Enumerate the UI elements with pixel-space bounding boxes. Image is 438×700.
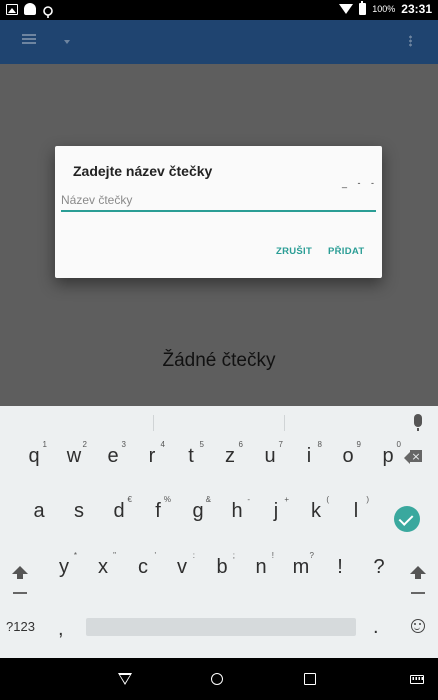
key-label: ! xyxy=(337,556,343,578)
battery-percent: 100% xyxy=(372,4,396,14)
symbols-key[interactable]: ?123 xyxy=(6,619,35,634)
enter-check-icon[interactable] xyxy=(394,506,420,532)
key-row3-4[interactable]: ; b xyxy=(207,551,237,585)
key-row1-5[interactable]: 6z xyxy=(215,440,245,474)
key-row3-2[interactable]: ' c xyxy=(128,551,158,585)
home-icon[interactable] xyxy=(211,673,223,685)
key-label: l xyxy=(353,500,359,522)
key-label: u xyxy=(264,445,276,467)
key-row2-6[interactable]: + j xyxy=(261,495,291,529)
empty-state-text: Žádné čtečky xyxy=(162,350,276,371)
key-row2-2[interactable]: € d xyxy=(104,495,134,529)
key-label: q xyxy=(28,445,40,467)
overflow-menu-icon[interactable] xyxy=(409,35,412,47)
key-label: i xyxy=(306,445,312,467)
navigation-bar xyxy=(0,658,438,700)
reader-name-dialog: Zadejte název čtečky _ - - ZRUŠIT PŘIDAT xyxy=(55,146,382,278)
key-label: b xyxy=(216,556,228,578)
key-row2-1[interactable]: s xyxy=(64,495,94,529)
shift-icon[interactable] xyxy=(12,566,28,584)
suggestion-divider xyxy=(153,415,154,431)
reader-name-input[interactable] xyxy=(61,190,376,212)
key-row2-5[interactable]: -h xyxy=(222,495,252,529)
app-bar xyxy=(0,20,438,64)
menu-icon[interactable] xyxy=(22,34,36,44)
key-row1-3[interactable]: 4r xyxy=(137,440,167,474)
wifi-icon xyxy=(339,4,354,14)
suggestion-strip xyxy=(0,406,438,438)
key-label: s xyxy=(74,500,84,522)
key-label: e xyxy=(107,445,119,467)
key-label: g xyxy=(192,500,204,522)
period-key[interactable]: . xyxy=(373,616,379,639)
key-row3-0[interactable]: * y xyxy=(49,551,79,585)
key-label: d xyxy=(113,500,125,522)
image-icon xyxy=(6,3,18,15)
key-label: r xyxy=(148,445,156,467)
key-row3-6[interactable]: ? m xyxy=(286,551,316,585)
key-label: m xyxy=(292,556,310,578)
dropdown-arrow-icon[interactable] xyxy=(64,40,70,44)
key-row1-6[interactable]: 7u xyxy=(255,440,285,474)
key-row1-8[interactable]: 9o xyxy=(333,440,363,474)
shift-underline xyxy=(13,592,27,594)
backspace-icon[interactable] xyxy=(404,450,424,464)
key-label: t xyxy=(188,445,194,467)
keyboard-switch-icon[interactable] xyxy=(410,675,424,684)
key-label: h xyxy=(231,500,243,522)
key-row1-4[interactable]: 5t xyxy=(176,440,206,474)
dialog-title: Zadejte název čtečky xyxy=(73,163,213,179)
key-label: a xyxy=(33,500,45,522)
key-label: o xyxy=(342,445,354,467)
debug-icon xyxy=(42,3,54,18)
key-row2-7[interactable]: (k xyxy=(301,495,331,529)
shift-icon[interactable] xyxy=(410,566,426,584)
shift-underline xyxy=(411,592,425,594)
back-icon[interactable] xyxy=(118,673,132,685)
suggestion-divider xyxy=(284,415,285,431)
android-icon xyxy=(24,3,36,15)
key-label: v xyxy=(177,556,187,578)
status-right: 100% 23:31 xyxy=(339,1,432,16)
key-row3-7[interactable]: ! xyxy=(325,551,355,585)
key-label: n xyxy=(255,556,267,578)
key-label: f xyxy=(155,500,161,522)
key-label: w xyxy=(66,445,82,467)
clock: 23:31 xyxy=(401,2,432,16)
status-left-icons xyxy=(6,3,54,18)
key-label: z xyxy=(225,445,235,467)
recents-icon[interactable] xyxy=(304,673,316,685)
key-label: c xyxy=(138,556,148,578)
key-row2-4[interactable]: & g xyxy=(183,495,213,529)
key-row1-9[interactable]: 0p xyxy=(373,440,403,474)
key-label: k xyxy=(311,500,321,522)
comma-key[interactable]: , xyxy=(58,618,64,641)
key-row3-5[interactable]: ! n xyxy=(246,551,276,585)
add-button[interactable]: PŘIDAT xyxy=(328,246,364,257)
space-key[interactable] xyxy=(86,618,356,636)
key-row1-1[interactable]: 2w xyxy=(59,440,89,474)
key-row3-8[interactable]: ? xyxy=(364,551,394,585)
key-row1-0[interactable]: 1q xyxy=(19,440,49,474)
key-row3-1[interactable]: " x xyxy=(88,551,118,585)
key-label: j xyxy=(273,500,279,522)
key-row2-0[interactable]: a xyxy=(24,495,54,529)
key-row3-3[interactable]: :v xyxy=(167,551,197,585)
dialog-trailing-marks: _ - - xyxy=(341,178,378,188)
key-row1-2[interactable]: 3e xyxy=(98,440,128,474)
key-row2-3[interactable]: % f xyxy=(143,495,173,529)
key-row2-8[interactable]: ) l xyxy=(341,495,371,529)
cancel-button[interactable]: ZRUŠIT xyxy=(276,246,312,257)
battery-icon xyxy=(359,1,367,15)
key-label: y xyxy=(59,556,69,578)
emoji-icon[interactable] xyxy=(411,619,425,633)
status-bar: 100% 23:31 xyxy=(0,0,438,20)
key-label: ? xyxy=(373,556,385,578)
key-label: x xyxy=(98,556,108,578)
key-row1-7[interactable]: 8i xyxy=(294,440,324,474)
key-label: p xyxy=(382,445,394,467)
mic-icon[interactable] xyxy=(414,414,422,431)
